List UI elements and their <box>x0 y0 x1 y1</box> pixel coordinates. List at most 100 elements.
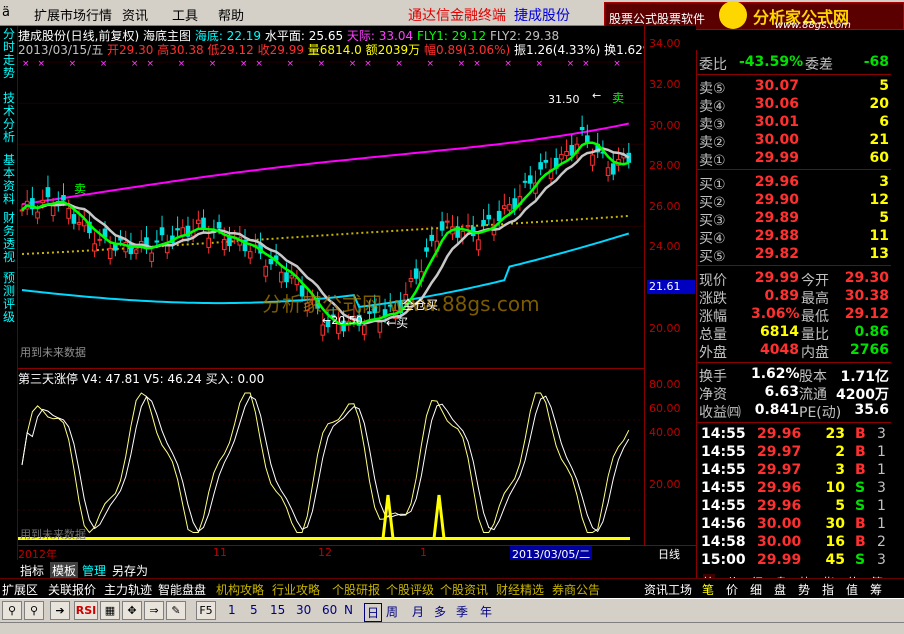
quote-tab-bottom[interactable]: 盘 <box>774 581 786 598</box>
divider <box>697 422 891 423</box>
menu-bar: ä 扩展市场行情 资讯 工具 帮助 通达信金融终端 捷成股份 股票公式股票软件 … <box>0 0 904 31</box>
period-button[interactable]: 15 <box>270 603 285 617</box>
sub-header: 第三天涨停 V4: 47.81 V5: 46.24 买入: 0.00 <box>18 370 644 387</box>
weibi-label: 委比 <box>699 57 727 73</box>
info-tab[interactable]: 机构攻略 <box>216 581 264 598</box>
tab-technical[interactable]: 技术分析 <box>3 92 15 144</box>
search-icon[interactable]: ⚲ <box>24 601 44 620</box>
buy-level-label: 买② <box>699 195 726 211</box>
stat-value: 2766 <box>850 342 889 358</box>
candle-body <box>429 234 435 241</box>
f5-button[interactable]: F5 <box>196 601 216 620</box>
sub-chart[interactable] <box>18 386 644 544</box>
tick-direction: B <box>855 516 866 532</box>
stat-value: 6814 <box>760 324 799 340</box>
high-price-label: 31.50 <box>548 93 580 106</box>
brand-stock: 捷成股份 <box>514 8 570 24</box>
quote-tab-bottom[interactable]: 细 <box>750 581 762 598</box>
menu-info[interactable]: 资讯 <box>122 5 148 24</box>
candle-body <box>408 278 414 282</box>
quote-tab-bottom[interactable]: 笔 <box>702 581 714 598</box>
tab-intraday[interactable]: 分时走势 <box>3 28 15 80</box>
rsi-button[interactable]: RSI <box>74 601 98 620</box>
tab-finance[interactable]: 财务透视 <box>3 212 15 264</box>
pencil-icon[interactable]: ✎ <box>166 601 186 620</box>
info-tab[interactable]: 扩展区 <box>2 581 38 598</box>
menu-ext-market[interactable]: 扩展市场行情 <box>34 5 112 24</box>
period-label[interactable]: 日线 <box>658 546 680 562</box>
period-button[interactable]: 多 <box>434 603 446 620</box>
tick-time: 14:55 <box>701 480 746 496</box>
info-tab[interactable]: 资讯工场 <box>644 581 692 598</box>
info-tab[interactable]: 行业攻略 <box>272 581 320 598</box>
quote-tab-bottom[interactable]: 筹 <box>870 581 882 598</box>
candle-body <box>50 205 56 217</box>
tab-rating[interactable]: 预测评级 <box>3 272 15 324</box>
sell-level-price: 30.01 <box>754 114 799 130</box>
period-button[interactable]: 1 <box>228 603 236 617</box>
sell-level-row: 卖④ 30.06 20 <box>699 96 889 115</box>
tick-count: 1 <box>877 498 886 514</box>
menu-help[interactable]: 帮助 <box>218 5 244 24</box>
tab-basic-info[interactable]: 基本资料 <box>3 154 15 206</box>
info-tab[interactable]: 关联报价 <box>48 581 96 598</box>
quote-tab-bottom[interactable]: 值 <box>846 581 858 598</box>
sell-level-row: 卖② 30.00 21 <box>699 132 889 151</box>
info-tab[interactable]: 个股资讯 <box>440 581 488 598</box>
info-tab[interactable]: 个股评级 <box>386 581 434 598</box>
period-button[interactable]: 5 <box>250 603 258 617</box>
tick-count: 3 <box>877 480 886 496</box>
buy-level-row: 买③ 29.89 5 <box>699 210 889 229</box>
ohlc-close: 收29.99 <box>257 43 304 57</box>
quote-tab-bottom[interactable]: 势 <box>798 581 810 598</box>
top-signal-mark: × <box>38 59 46 69</box>
tick-count: 2 <box>877 534 886 550</box>
top-signal-mark: × <box>504 59 512 69</box>
candle-body <box>507 204 512 211</box>
period-button[interactable]: 月 <box>412 603 424 620</box>
buy-level-vol: 3 <box>879 174 889 190</box>
top-signal-mark: × <box>146 59 154 69</box>
period-button[interactable]: 周 <box>386 603 398 620</box>
arrow-left-icon[interactable]: ➔ <box>50 601 70 620</box>
candle-body <box>221 238 227 251</box>
period-button[interactable]: 60 <box>322 603 337 617</box>
top-signal-mark: × <box>22 59 30 69</box>
tab-save-as[interactable]: 另存为 <box>112 562 148 579</box>
quote-tab-bottom[interactable]: 价 <box>726 581 738 598</box>
sell-level-label: 卖⑤ <box>699 81 726 97</box>
tab-template[interactable]: 模板 <box>50 562 79 579</box>
period-button[interactable]: 日 <box>364 603 383 622</box>
future-note-sub: 用到未来数据 <box>20 528 86 541</box>
top-signal-mark: × <box>318 59 326 69</box>
price-axis: 34.0032.0030.0028.0026.0024.0022.0020.00… <box>644 26 696 546</box>
price-axis-label: 30.00 <box>649 119 681 132</box>
period-button[interactable]: 年 <box>480 603 492 620</box>
price-axis-label: 34.00 <box>649 37 681 50</box>
info-tab[interactable]: 主力轨迹 <box>104 581 152 598</box>
chart-icon[interactable]: ▦ <box>100 601 120 620</box>
tab-indicator[interactable]: 指标 <box>20 562 44 579</box>
period-button[interactable]: 30 <box>296 603 311 617</box>
info-tab[interactable]: 财经精选 <box>496 581 544 598</box>
magnify-icon[interactable]: ⚲ <box>2 601 22 620</box>
info-tab[interactable]: 个股研报 <box>332 581 380 598</box>
move-icon[interactable]: ✥ <box>122 601 142 620</box>
period-button[interactable]: N <box>344 603 353 617</box>
top-signal-mark: × <box>458 59 466 69</box>
fin-label: 换手 <box>699 369 727 385</box>
period-button[interactable]: 季 <box>456 603 468 620</box>
stat-value: 0.86 <box>854 324 889 340</box>
panel-divider <box>18 368 644 369</box>
candle-body <box>201 217 206 229</box>
info-tab[interactable]: 智能盘盘 <box>158 581 206 598</box>
menu-tools[interactable]: 工具 <box>172 5 198 24</box>
chart-area[interactable]: 捷成股份(日线,前复权) 海底主图 海底: 22.19 水平面: 25.65 天… <box>18 26 670 546</box>
export-icon[interactable]: ⇒ <box>144 601 164 620</box>
menu-stub[interactable]: ä <box>2 5 10 20</box>
candle-body <box>133 249 139 254</box>
info-tab[interactable]: 券商公告 <box>552 581 600 598</box>
tick-row: 14:56 30.00 30 B 1 <box>699 516 889 534</box>
tab-manage[interactable]: 管理 <box>82 562 106 579</box>
quote-tab-bottom[interactable]: 指 <box>822 581 834 598</box>
